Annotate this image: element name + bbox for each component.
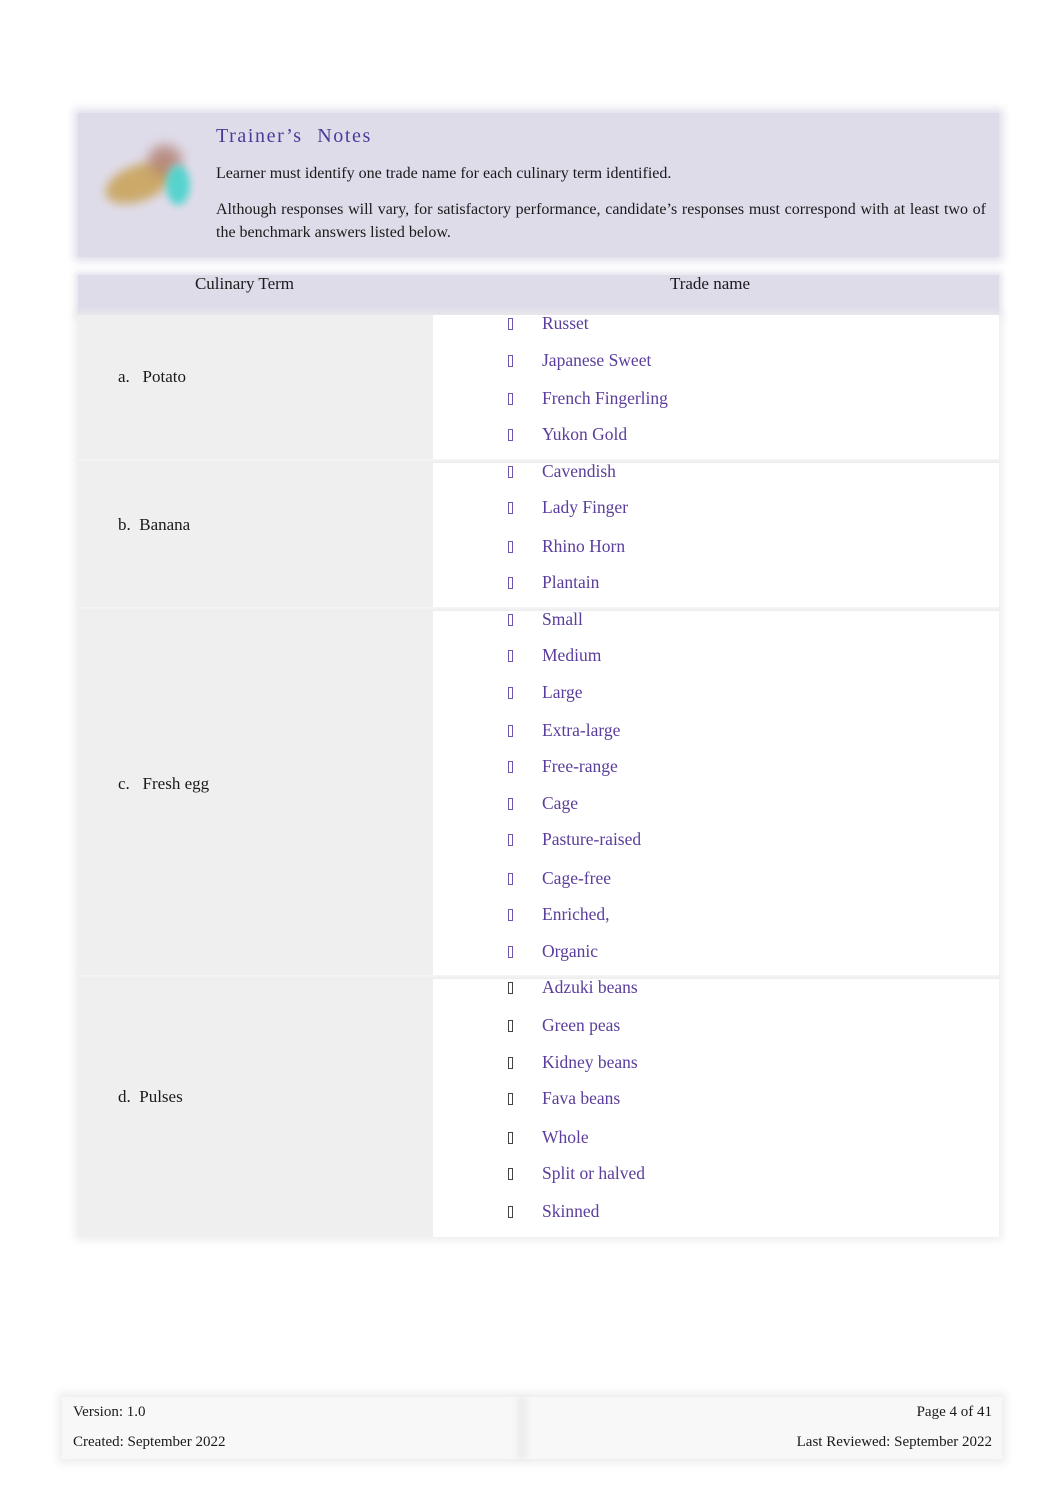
trade-name-cell (433, 979, 999, 1237)
notes-illustration-icon (96, 135, 196, 215)
trade-name-cell (433, 611, 999, 979)
missing-glyph-bullet-icon (508, 429, 513, 441)
missing-glyph-bullet-icon (508, 318, 513, 330)
missing-glyph-bullet-icon (508, 761, 513, 773)
missing-glyph-bullet-icon (508, 650, 513, 662)
missing-glyph-bullet-icon (508, 614, 513, 626)
page-footer: Version: 1.0 Created: September 2022 Pag… (62, 1397, 1002, 1459)
footer-last-reviewed: Last Reviewed: September 2022 (796, 1434, 992, 1450)
missing-glyph-bullet-icon (508, 466, 513, 478)
table-row-fresh-egg: c. Fresh egg Small Medium Large Extra-la… (78, 609, 999, 979)
culinary-terms-table: a. Potato Russet Japanese Sweet French F… (78, 313, 999, 1237)
table-row-pulses: d. Pulses Adzuki beans Green peas Kidney… (78, 977, 999, 1237)
term-label: c. Fresh egg (118, 774, 210, 793)
missing-glyph-bullet-icon (508, 502, 513, 514)
missing-glyph-bullet-icon (508, 393, 513, 405)
trade-name-cell (433, 315, 999, 463)
missing-glyph-bullet-icon (508, 873, 513, 885)
table-row-banana: b. Banana Cavendish Lady Finger Rhino Ho… (78, 461, 999, 611)
missing-glyph-bullet-icon (508, 1206, 513, 1218)
header-trade-name: Trade name (669, 274, 751, 293)
missing-glyph-bullet-icon (508, 1020, 513, 1032)
table-row-potato: a. Potato Russet Japanese Sweet French F… (78, 313, 999, 463)
footer-page-number: Page 4 of 41 (916, 1404, 992, 1420)
missing-glyph-bullet-icon (508, 982, 513, 994)
term-cell (78, 315, 433, 463)
missing-glyph-bullet-icon (508, 1057, 513, 1069)
header-culinary-term: Culinary Term (194, 274, 295, 293)
trainer-notes-instruction: Learner must identify one trade name for… (216, 165, 672, 182)
missing-glyph-bullet-icon (508, 909, 513, 921)
missing-glyph-bullet-icon (508, 1093, 513, 1105)
footer-created: Created: September 2022 (73, 1434, 226, 1450)
missing-glyph-bullet-icon (508, 1132, 513, 1144)
missing-glyph-bullet-icon (508, 946, 513, 958)
missing-glyph-bullet-icon (508, 1168, 513, 1180)
missing-glyph-bullet-icon (508, 687, 513, 699)
missing-glyph-bullet-icon (508, 834, 513, 846)
term-cell (78, 463, 433, 611)
trainer-notes-title: Trainer’s Notes (216, 125, 372, 147)
term-label: a. Potato (118, 367, 186, 386)
footer-divider (517, 1397, 527, 1459)
missing-glyph-bullet-icon (508, 798, 513, 810)
term-label: d. Pulses (118, 1087, 183, 1106)
trade-name-cell (433, 463, 999, 611)
missing-glyph-bullet-icon (508, 577, 513, 589)
missing-glyph-bullet-icon (508, 725, 513, 737)
term-cell (78, 979, 433, 1237)
missing-glyph-bullet-icon (508, 541, 513, 553)
term-label: b. Banana (118, 515, 191, 534)
term-cell (78, 611, 433, 979)
trainer-notes-criteria: Although responses will vary, for satisf… (216, 201, 986, 241)
trainer-notes-box: Trainer’s Notes Learner must identify on… (78, 113, 999, 257)
footer-version: Version: 1.0 (73, 1404, 146, 1420)
table-header: Culinary Term Trade name (78, 275, 999, 315)
missing-glyph-bullet-icon (508, 355, 513, 367)
